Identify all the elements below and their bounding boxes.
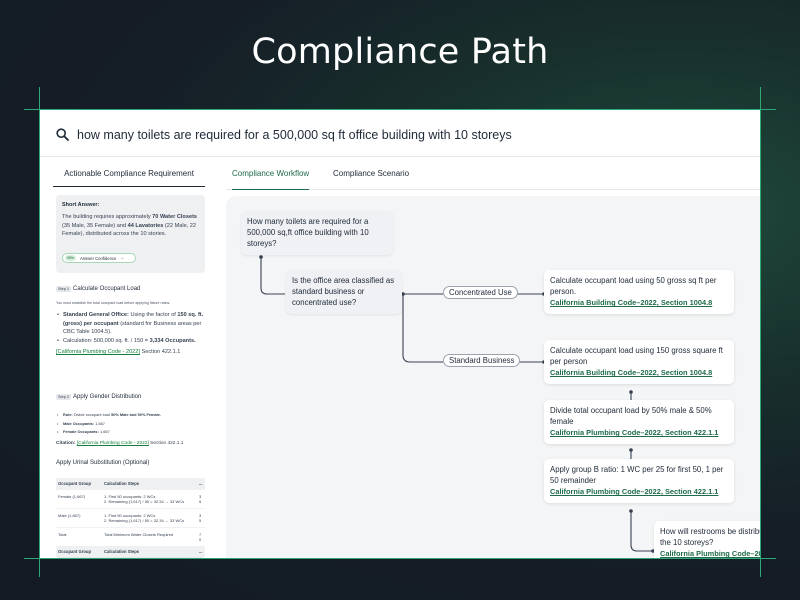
short-answer-text: The building requires approximately 70 W…	[62, 214, 198, 238]
step-1-citation: [California Plumbing Code - 2022] Sectio…	[56, 349, 181, 355]
table-header: Calculation Steps	[102, 546, 197, 557]
workflow-node-classification-question[interactable]: Is the office area classified as standar…	[286, 270, 402, 314]
app-card: how many toilets are required for a 500,…	[40, 110, 760, 558]
workflow-node-vertical-distribution[interactable]: How will restrooms be distributed vertic…	[654, 521, 760, 558]
answer-confidence-button[interactable]: 95% Answer Confidence →	[62, 253, 136, 263]
branch-standard-business[interactable]: Standard Business	[443, 354, 521, 367]
table-header: ...	[197, 478, 205, 490]
citation-link[interactable]: [California Plumbing Code - 2022]	[56, 349, 140, 355]
step-1-title: Calculate Occupant Load	[72, 285, 141, 292]
citation-link[interactable]: [California Plumbing Code - 2022]	[77, 441, 149, 446]
table-cell: Female (1,667)	[56, 489, 102, 509]
branch-concentrated-use[interactable]: Concentrated Use	[443, 286, 518, 299]
table-cell: 1. First 50 occupants: 2 WCs 2. Remainin…	[102, 508, 197, 528]
code-reference-link[interactable]: California Building Code–2022, Section 1…	[550, 367, 728, 378]
table-cell: 1. First 50 occupants: 2 WCs 2. Remainin…	[102, 489, 197, 509]
workflow-node-occupant-load-150[interactable]: Calculate occupant load using 150 gross …	[544, 340, 734, 384]
workflow-node-root-question[interactable]: How many toilets are required for a 500,…	[241, 211, 393, 255]
step-1-note: You must establish the total occupant lo…	[56, 301, 171, 305]
step-3-title: Apply Urinal Substitution (Optional)	[56, 460, 150, 466]
workflow-node-group-b-ratio[interactable]: Apply group B ratio: 1 WC per 25 for fir…	[544, 459, 734, 503]
table-cell: Total Minimum Water Closets Required	[102, 527, 197, 546]
list-item: Standard General Office: Using the facto…	[56, 311, 206, 337]
workflow-node-occupant-load-50[interactable]: Calculate occupant load using 50 gross s…	[544, 270, 734, 314]
step-2-badge: Step 2	[56, 393, 71, 400]
table-header: Occupant Group	[56, 546, 102, 557]
table-header: Occupant Group	[56, 478, 102, 490]
tab-actionable-requirement[interactable]: Actionable Compliance Requirement	[53, 169, 205, 187]
table-header: ...	[197, 546, 205, 557]
code-reference-link[interactable]: California Plumbing Code–2022, Section 4…	[550, 486, 728, 497]
tab-compliance-workflow[interactable]: Compliance Workflow	[232, 169, 310, 190]
calculation-table: Occupant Group Calculation Steps ... Fem…	[56, 478, 205, 557]
step-2-section: Step 2Apply Gender Distribution Rule: Di…	[56, 388, 206, 446]
step-2-title: Apply Gender Distribution	[72, 393, 142, 400]
step-3-section: Apply Urinal Substitution (Optional)	[56, 460, 206, 466]
tab-compliance-scenario[interactable]: Compliance Scenario	[333, 169, 409, 190]
list-item: Female Occupants: 1,667	[56, 428, 206, 437]
frame-line-bottom	[24, 558, 776, 559]
table-cell: 7 0	[197, 527, 205, 546]
step-1-section: Step 1 Calculate Occupant Load You must e…	[56, 280, 206, 355]
hero-title: Compliance Path	[251, 32, 549, 72]
table-cell: 3 5	[197, 489, 205, 509]
workflow-canvas[interactable]: How many toilets are required for a 500,…	[226, 196, 760, 558]
workflow-node-gender-split[interactable]: Divide total occupant load by 50% male &…	[544, 400, 734, 444]
code-reference-link[interactable]: California Plumbing Code–2022, Section 4…	[550, 427, 728, 438]
table-row: Female (1,667) 1. First 50 occupants: 2 …	[56, 489, 205, 509]
list-item: Male Occupants: 1,667	[56, 420, 206, 429]
list-item: Calculation: 500,000 sq. ft. / 150 = 3,3…	[56, 337, 206, 346]
search-input[interactable]: how many toilets are required for a 500,…	[77, 128, 512, 142]
table-cell: Male (1,667)	[56, 508, 102, 528]
table-header-row: Occupant Group Calculation Steps ...	[56, 546, 205, 557]
workflow-tabs: Compliance Workflow Compliance Scenario	[226, 160, 760, 190]
table-row: Male (1,667) 1. First 50 occupants: 2 WC…	[56, 508, 205, 528]
search-bar[interactable]: how many toilets are required for a 500,…	[40, 110, 760, 157]
table-cell: Total	[56, 527, 102, 546]
requirement-panel: Actionable Compliance Requirement Short …	[50, 160, 216, 558]
step-2-citation: Citation: [California Plumbing Code - 20…	[56, 440, 184, 446]
search-icon[interactable]	[56, 128, 69, 141]
step-1-badge: Step 1	[56, 285, 71, 292]
arrow-right-icon: →	[119, 255, 125, 261]
list-item: Rule: Divide occupant load 50% Male and …	[56, 411, 206, 420]
table-cell: 3 5	[197, 508, 205, 528]
confidence-percent: 95%	[65, 255, 77, 261]
short-answer-box: Short Answer: The building requires appr…	[56, 195, 205, 273]
short-answer-label: Short Answer:	[62, 202, 100, 208]
confidence-label: Answer Confidence	[80, 255, 117, 261]
code-reference-link[interactable]: California Building Code–2022, Section 1…	[550, 297, 728, 308]
code-reference-link[interactable]: California Plumbing Code–2022	[660, 548, 760, 558]
table-row: Total Total Minimum Water Closets Requir…	[56, 527, 205, 546]
table-header: Calculation Steps	[102, 478, 197, 490]
frame-line-right	[760, 87, 761, 577]
